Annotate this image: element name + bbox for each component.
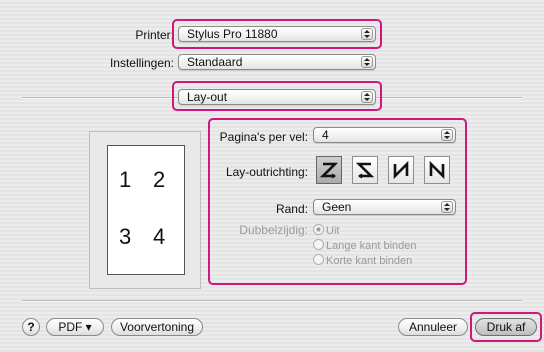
reverse-n-order-icon (429, 160, 445, 180)
duplex-option-short-edge[interactable]: Korte kant binden (313, 254, 412, 267)
preview-button[interactable]: Voorvertoning (111, 318, 203, 336)
layout-direction-label: Lay-outrichting: (225, 165, 308, 179)
duplex-option-short-edge-label: Korte kant binden (326, 255, 413, 267)
radio-selected-icon (313, 224, 324, 235)
border-label: Rand: (275, 202, 308, 216)
layout-preview: 1 2 3 4 (89, 131, 201, 289)
duplex-label: Dubbelzijdig: (239, 223, 308, 237)
pdf-button[interactable]: PDF ▾ (46, 318, 104, 336)
layout-direction-reverse-n-button[interactable] (424, 156, 450, 184)
help-button[interactable]: ? (22, 318, 40, 336)
duplex-option-off-label: Uit (326, 225, 340, 237)
layout-direction-z-button[interactable] (316, 156, 342, 184)
print-button-highlight (470, 312, 542, 342)
pages-per-sheet-label: Pagina's per vel: (219, 130, 308, 144)
pages-per-sheet-value: 4 (322, 128, 329, 142)
preview-page-3: 3 (119, 224, 132, 249)
panel-highlight (172, 81, 382, 111)
reverse-z-order-icon (355, 162, 375, 179)
preview-page-2: 2 (153, 167, 166, 192)
border-popup[interactable]: Geen (313, 199, 456, 215)
preview-page-4: 4 (153, 224, 166, 249)
printer-highlight (172, 19, 382, 49)
popup-arrows-icon (441, 201, 453, 213)
n-order-icon (393, 160, 409, 180)
settings-value: Standaard (187, 55, 243, 69)
layout-direction-reverse-z-button[interactable] (352, 156, 378, 184)
border-value: Geen (322, 200, 352, 214)
duplex-option-long-edge[interactable]: Lange kant binden (313, 239, 417, 252)
printer-label: Printer: (135, 28, 174, 42)
radio-icon (313, 254, 324, 265)
cancel-button[interactable]: Annuleer (398, 318, 468, 336)
radio-icon (313, 239, 324, 250)
duplex-option-off[interactable]: Uit (313, 224, 339, 237)
settings-popup[interactable]: Standaard (178, 54, 376, 70)
preview-sheet: 1 2 3 4 (107, 145, 185, 275)
layout-direction-n-button[interactable] (388, 156, 414, 184)
bottom-separator (22, 300, 522, 302)
popup-arrows-icon (441, 129, 453, 141)
popup-arrows-icon (361, 56, 373, 68)
duplex-option-long-edge-label: Lange kant binden (326, 240, 417, 252)
preview-page-1: 1 (119, 167, 132, 192)
pages-per-sheet-popup[interactable]: 4 (313, 127, 456, 143)
settings-label: Instellingen: (109, 56, 174, 70)
z-order-icon (319, 162, 339, 179)
